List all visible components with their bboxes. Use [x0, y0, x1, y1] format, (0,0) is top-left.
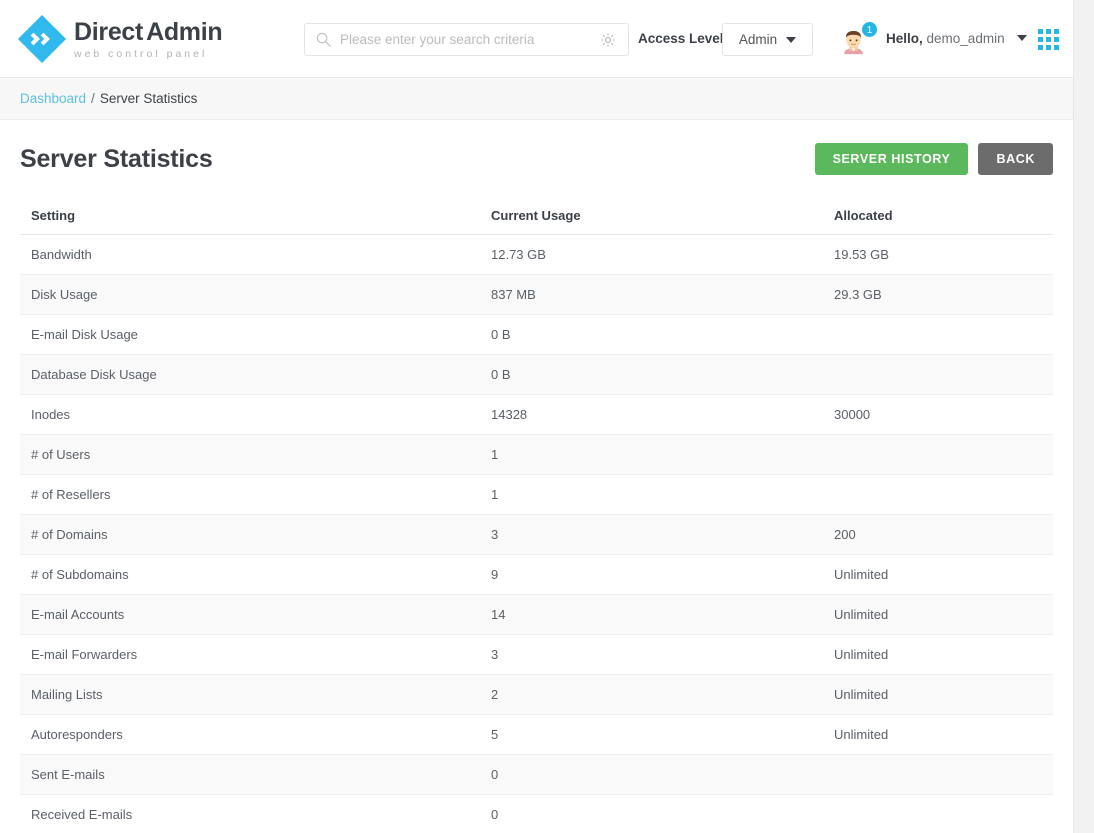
cell-current-usage: 1 [480, 475, 823, 515]
avatar[interactable]: 1 [840, 24, 872, 56]
table-row: Autoresponders5Unlimited [20, 715, 1053, 755]
cell-setting: Disk Usage [20, 275, 480, 315]
cell-current-usage: 5 [480, 715, 823, 755]
cell-setting: E-mail Accounts [20, 595, 480, 635]
cell-current-usage: 0 [480, 755, 823, 795]
brand-name-admin: Admin [146, 18, 222, 46]
cell-current-usage: 12.73 GB [480, 235, 823, 275]
cell-allocated [823, 475, 1053, 515]
cell-current-usage: 14328 [480, 395, 823, 435]
cell-current-usage: 0 [480, 795, 823, 833]
cell-setting: Sent E-mails [20, 755, 480, 795]
server-history-button[interactable]: SERVER HISTORY [815, 143, 969, 175]
table-row: # of Users1 [20, 435, 1053, 475]
app-launcher-grid-icon[interactable] [1038, 29, 1061, 52]
cell-allocated: 200 [823, 515, 1053, 555]
cell-setting: Received E-mails [20, 795, 480, 833]
table-body: Bandwidth12.73 GB19.53 GBDisk Usage837 M… [20, 235, 1053, 833]
table-row: Bandwidth12.73 GB19.53 GB [20, 235, 1053, 275]
cell-current-usage: 837 MB [480, 275, 823, 315]
search-icon [316, 32, 331, 47]
table-row: Inodes1432830000 [20, 395, 1053, 435]
cell-allocated: 19.53 GB [823, 235, 1053, 275]
page-title: Server Statistics [20, 145, 213, 174]
username-text: demo_admin [927, 31, 1005, 46]
cell-current-usage: 14 [480, 595, 823, 635]
cell-allocated: Unlimited [823, 595, 1053, 635]
cell-current-usage: 0 B [480, 355, 823, 395]
chevron-down-icon[interactable] [1017, 35, 1027, 41]
column-header-setting: Setting [20, 198, 480, 235]
table-row: Database Disk Usage0 B [20, 355, 1053, 395]
cell-setting: Bandwidth [20, 235, 480, 275]
cell-setting: E-mail Disk Usage [20, 315, 480, 355]
table-header-row: Setting Current Usage Allocated [20, 198, 1053, 235]
cell-current-usage: 1 [480, 435, 823, 475]
cell-setting: Database Disk Usage [20, 355, 480, 395]
cell-allocated: 30000 [823, 395, 1053, 435]
table-row: E-mail Forwarders3Unlimited [20, 635, 1053, 675]
access-level-value: Admin [739, 32, 777, 47]
column-header-allocated: Allocated [823, 198, 1053, 235]
table-row: # of Domains3200 [20, 515, 1053, 555]
table-row: Mailing Lists2Unlimited [20, 675, 1053, 715]
cell-current-usage: 3 [480, 515, 823, 555]
cell-allocated: Unlimited [823, 675, 1053, 715]
cell-current-usage: 3 [480, 635, 823, 675]
server-statistics-table: Setting Current Usage Allocated Bandwidt… [20, 198, 1053, 833]
cell-allocated: Unlimited [823, 555, 1053, 595]
table-row: E-mail Accounts14Unlimited [20, 595, 1053, 635]
cell-allocated: 29.3 GB [823, 275, 1053, 315]
app-header: DirectAdmin web control panel Access Lev… [0, 0, 1073, 78]
cell-allocated [823, 755, 1053, 795]
search-bar[interactable] [304, 23, 629, 56]
cell-allocated: Unlimited [823, 715, 1053, 755]
user-menu[interactable]: Hello, demo_admin [886, 31, 1027, 46]
cell-allocated: Unlimited [823, 635, 1053, 675]
brand-tagline: web control panel [74, 49, 222, 60]
greeting-text: Hello, [886, 31, 923, 46]
table-row: # of Resellers1 [20, 475, 1053, 515]
brand-logo[interactable]: DirectAdmin web control panel [18, 0, 222, 77]
gear-icon[interactable] [600, 32, 616, 48]
cell-allocated [823, 435, 1053, 475]
breadcrumb-dashboard-link[interactable]: Dashboard [20, 91, 86, 106]
table-row: # of Subdomains9Unlimited [20, 555, 1053, 595]
breadcrumb: Dashboard / Server Statistics [0, 78, 1073, 120]
table-row: Disk Usage837 MB29.3 GB [20, 275, 1053, 315]
cell-current-usage: 0 B [480, 315, 823, 355]
notification-badge: 1 [861, 21, 878, 38]
cell-setting: Mailing Lists [20, 675, 480, 715]
search-input[interactable] [340, 32, 600, 47]
cell-setting: Autoresponders [20, 715, 480, 755]
page-header: Server Statistics SERVER HISTORY BACK [20, 120, 1053, 198]
table-row: E-mail Disk Usage0 B [20, 315, 1053, 355]
brand-name-direct: Direct [74, 18, 143, 46]
cell-allocated [823, 315, 1053, 355]
breadcrumb-separator: / [91, 91, 95, 106]
chevron-down-icon [786, 37, 796, 43]
breadcrumb-current: Server Statistics [100, 91, 198, 106]
page-actions: SERVER HISTORY BACK [815, 143, 1053, 175]
cell-setting: E-mail Forwarders [20, 635, 480, 675]
cell-setting: # of Domains [20, 515, 480, 555]
cell-current-usage: 2 [480, 675, 823, 715]
back-button[interactable]: BACK [978, 143, 1053, 175]
cell-current-usage: 9 [480, 555, 823, 595]
brand-name: DirectAdmin [74, 20, 222, 45]
cell-setting: # of Subdomains [20, 555, 480, 595]
cell-setting: Inodes [20, 395, 480, 435]
cell-allocated [823, 795, 1053, 833]
table-row: Received E-mails0 [20, 795, 1053, 833]
main-content: Server Statistics SERVER HISTORY BACK Se… [0, 120, 1073, 833]
access-level-dropdown[interactable]: Admin [722, 23, 813, 56]
directadmin-logo-icon [18, 15, 65, 62]
cell-setting: # of Resellers [20, 475, 480, 515]
column-header-current-usage: Current Usage [480, 198, 823, 235]
access-level-label: Access Level [638, 31, 724, 46]
table-row: Sent E-mails0 [20, 755, 1053, 795]
page-scrollbar[interactable] [1073, 0, 1094, 833]
cell-setting: # of Users [20, 435, 480, 475]
cell-allocated [823, 355, 1053, 395]
